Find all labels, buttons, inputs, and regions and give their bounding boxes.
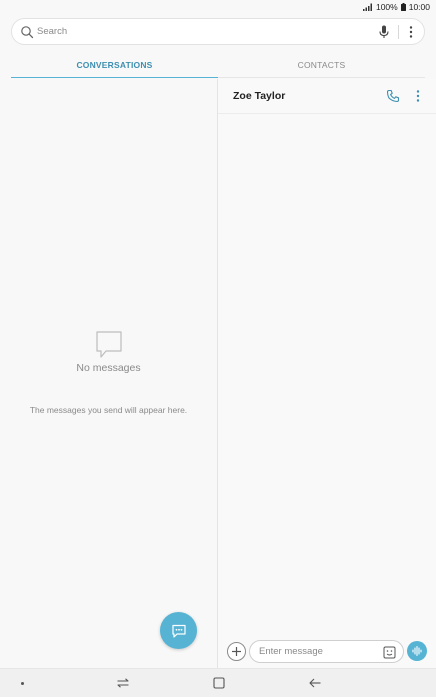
nav-dot <box>20 681 25 686</box>
compose-button[interactable] <box>160 612 197 649</box>
tab-conversations[interactable]: CONVERSATIONS <box>11 52 218 78</box>
voice-button[interactable] <box>407 641 427 661</box>
conversations-pane: No messages The messages you send will a… <box>0 79 217 668</box>
search-input[interactable]: Search <box>37 26 376 37</box>
add-icon <box>232 647 241 656</box>
sticker-icon[interactable] <box>383 646 396 659</box>
compose-icon <box>171 624 186 638</box>
search-icon <box>21 25 34 38</box>
contact-name[interactable]: Zoe Taylor <box>233 90 386 102</box>
back-icon <box>309 678 321 688</box>
conversation-pane: Zoe Taylor <box>218 79 436 668</box>
message-composer <box>218 640 436 664</box>
voice-icon <box>412 645 422 657</box>
mic-icon[interactable] <box>376 24 392 40</box>
conversation-more-icon[interactable] <box>414 89 422 103</box>
tab-contacts[interactable]: CONTACTS <box>218 52 425 78</box>
empty-title: No messages <box>76 362 141 374</box>
battery-icon <box>400 3 406 11</box>
battery-percent: 100% <box>375 2 398 12</box>
search-divider <box>398 24 399 39</box>
call-icon[interactable] <box>386 89 400 103</box>
signal-icon <box>362 3 372 11</box>
more-icon[interactable] <box>406 25 416 39</box>
message-input[interactable] <box>259 646 377 657</box>
empty-chat-icon <box>96 331 122 358</box>
recent-apps-icon <box>117 678 129 688</box>
back-button[interactable] <box>308 676 322 690</box>
conversation-header: Zoe Taylor <box>218 79 436 114</box>
home-button[interactable] <box>212 676 226 690</box>
message-field[interactable] <box>249 640 404 663</box>
search-bar[interactable]: Search <box>11 18 425 45</box>
add-attachment-button[interactable] <box>227 642 246 661</box>
status-bar: 100% 10:00 <box>0 0 436 14</box>
empty-subtitle: The messages you send will appear here. <box>29 405 188 415</box>
navigation-bar <box>0 668 436 697</box>
clock: 10:00 <box>408 2 430 12</box>
tab-bar: CONVERSATIONS CONTACTS <box>11 52 425 78</box>
home-icon <box>213 677 225 689</box>
recent-apps-button[interactable] <box>116 676 130 690</box>
